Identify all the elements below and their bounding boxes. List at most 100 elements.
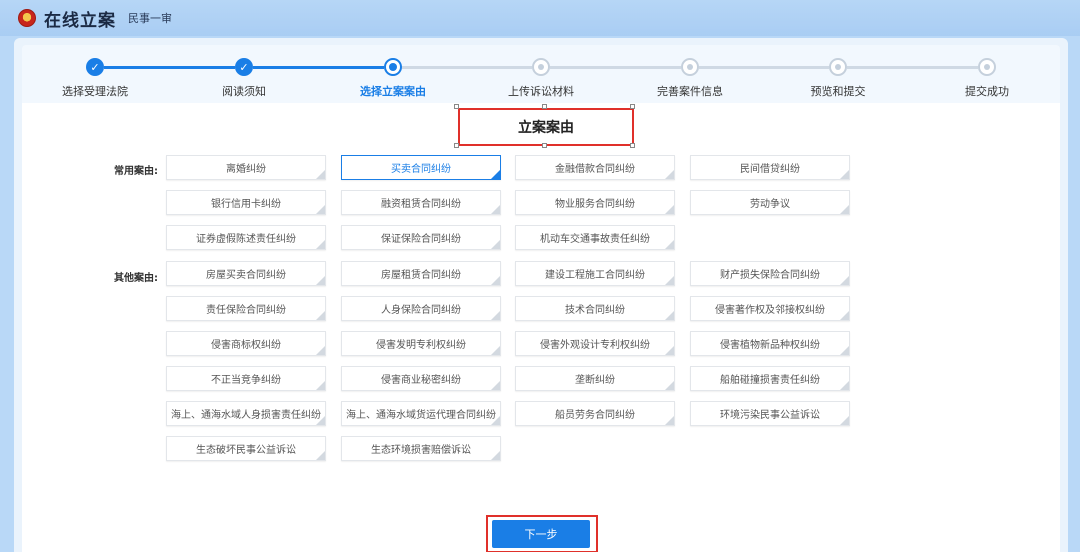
case-cause-option[interactable]: 侵害商标权纠纷 xyxy=(166,331,326,356)
case-cause-label: 生态破坏民事公益诉讼 xyxy=(196,445,296,456)
corner-marker-icon xyxy=(840,205,849,214)
case-cause-option[interactable]: 船舶碰撞损害责任纠纷 xyxy=(690,366,850,391)
step-dot-icon xyxy=(681,58,699,76)
step-label: 完善案件信息 xyxy=(657,85,723,98)
case-cause-option[interactable]: 金融借款合同纠纷 xyxy=(515,155,675,180)
case-cause-label: 海上、通海水域人身损害责任纠纷 xyxy=(171,410,321,421)
case-cause-option[interactable]: 技术合同纠纷 xyxy=(515,296,675,321)
case-cause-label: 房屋租赁合同纠纷 xyxy=(381,270,461,281)
case-cause-option[interactable]: 证券虚假陈述责任纠纷 xyxy=(166,225,326,250)
case-cause-option[interactable]: 生态破坏民事公益诉讼 xyxy=(166,436,326,461)
case-cause-option[interactable]: 物业服务合同纠纷 xyxy=(515,190,675,215)
case-cause-option[interactable]: 侵害外观设计专利权纠纷 xyxy=(515,331,675,356)
court-emblem-icon xyxy=(18,9,36,27)
corner-marker-icon xyxy=(491,381,500,390)
corner-marker-icon xyxy=(665,311,674,320)
corner-marker-icon xyxy=(840,276,849,285)
case-cause-label: 银行信用卡纠纷 xyxy=(211,199,281,210)
selection-handle xyxy=(542,143,547,148)
step-dot-icon xyxy=(829,58,847,76)
case-cause-option[interactable]: 买卖合同纠纷 xyxy=(341,155,501,180)
check-icon: ✓ xyxy=(86,58,104,76)
case-cause-label: 财产损失保险合同纠纷 xyxy=(720,270,820,281)
case-cause-option[interactable]: 侵害商业秘密纠纷 xyxy=(341,366,501,391)
case-cause-option[interactable]: 责任保险合同纠纷 xyxy=(166,296,326,321)
selection-handle xyxy=(630,104,635,109)
corner-marker-icon xyxy=(840,381,849,390)
case-cause-label: 民间借贷纠纷 xyxy=(740,164,800,175)
step-label: 选择立案案由 xyxy=(360,85,426,98)
case-cause-option[interactable]: 海上、通海水域货运代理合同纠纷 xyxy=(341,401,501,426)
progress-step: 选择立案案由 xyxy=(323,45,463,99)
case-cause-label: 保证保险合同纠纷 xyxy=(381,234,461,245)
corner-marker-icon xyxy=(316,170,325,179)
step-label: 阅读须知 xyxy=(222,85,266,98)
case-cause-label: 融资租赁合同纠纷 xyxy=(381,199,461,210)
case-cause-label: 环境污染民事公益诉讼 xyxy=(720,410,820,421)
case-cause-option[interactable]: 侵害发明专利权纠纷 xyxy=(341,331,501,356)
progress-step: 上传诉讼材料 xyxy=(471,45,611,99)
case-cause-option[interactable]: 建设工程施工合同纠纷 xyxy=(515,261,675,286)
case-cause-option[interactable]: 房屋租赁合同纠纷 xyxy=(341,261,501,286)
selection-handle xyxy=(454,104,459,109)
step-label: 提交成功 xyxy=(965,85,1009,98)
corner-marker-icon xyxy=(316,205,325,214)
case-cause-label: 金融借款合同纠纷 xyxy=(555,164,635,175)
case-cause-label: 船员劳务合同纠纷 xyxy=(555,410,635,421)
app-title: 在线立案 xyxy=(44,10,116,31)
common-causes-label: 常用案由: xyxy=(114,166,158,177)
case-cause-label: 侵害商标权纠纷 xyxy=(211,340,281,351)
case-cause-option[interactable]: 民间借贷纠纷 xyxy=(690,155,850,180)
next-step-button[interactable]: 下一步 xyxy=(492,520,590,548)
case-cause-label: 不正当竞争纠纷 xyxy=(211,375,281,386)
case-cause-option[interactable]: 人身保险合同纠纷 xyxy=(341,296,501,321)
case-cause-option[interactable]: 垄断纠纷 xyxy=(515,366,675,391)
corner-marker-icon xyxy=(491,170,500,179)
case-cause-option[interactable]: 财产损失保险合同纠纷 xyxy=(690,261,850,286)
corner-marker-icon xyxy=(840,170,849,179)
case-cause-option[interactable]: 房屋买卖合同纠纷 xyxy=(166,261,326,286)
step-dot-icon xyxy=(384,58,402,76)
case-cause-option[interactable]: 侵害著作权及邻接权纠纷 xyxy=(690,296,850,321)
corner-marker-icon xyxy=(665,205,674,214)
case-cause-label: 垄断纠纷 xyxy=(575,375,615,386)
corner-marker-icon xyxy=(665,346,674,355)
selection-handle xyxy=(630,143,635,148)
case-cause-option[interactable]: 保证保险合同纠纷 xyxy=(341,225,501,250)
case-cause-label: 责任保险合同纠纷 xyxy=(206,305,286,316)
case-cause-label: 建设工程施工合同纠纷 xyxy=(545,270,645,281)
case-cause-label: 生态环境损害赔偿诉讼 xyxy=(371,445,471,456)
corner-marker-icon xyxy=(491,276,500,285)
case-cause-option[interactable]: 不正当竞争纠纷 xyxy=(166,366,326,391)
case-cause-option[interactable]: 机动车交通事故责任纠纷 xyxy=(515,225,675,250)
corner-marker-icon xyxy=(316,240,325,249)
case-cause-option[interactable]: 银行信用卡纠纷 xyxy=(166,190,326,215)
case-cause-option[interactable]: 离婚纠纷 xyxy=(166,155,326,180)
case-cause-option[interactable]: 侵害植物新品种权纠纷 xyxy=(690,331,850,356)
corner-marker-icon xyxy=(316,381,325,390)
case-cause-label: 侵害发明专利权纠纷 xyxy=(376,340,466,351)
case-cause-label: 物业服务合同纠纷 xyxy=(555,199,635,210)
other-causes-label: 其他案由: xyxy=(114,273,158,284)
step-dot-icon xyxy=(978,58,996,76)
case-cause-label: 人身保险合同纠纷 xyxy=(381,305,461,316)
case-cause-label: 证券虚假陈述责任纠纷 xyxy=(196,234,296,245)
check-icon: ✓ xyxy=(235,58,253,76)
case-cause-option[interactable]: 海上、通海水域人身损害责任纠纷 xyxy=(166,401,326,426)
corner-marker-icon xyxy=(665,416,674,425)
case-cause-option[interactable]: 融资租赁合同纠纷 xyxy=(341,190,501,215)
case-cause-label: 侵害商业秘密纠纷 xyxy=(381,375,461,386)
case-cause-option[interactable]: 劳动争议 xyxy=(690,190,850,215)
progress-step: 预览和提交 xyxy=(768,45,908,99)
case-cause-option[interactable]: 生态环境损害赔偿诉讼 xyxy=(341,436,501,461)
progress-steps: ✓ 选择受理法院 ✓ 阅读须知 选择立案案由 上传诉讼材料 完善案件信息 预览和提交 提交成功 xyxy=(22,45,1060,103)
corner-marker-icon xyxy=(840,346,849,355)
corner-marker-icon xyxy=(665,381,674,390)
case-cause-option[interactable]: 船员劳务合同纠纷 xyxy=(515,401,675,426)
corner-marker-icon xyxy=(316,311,325,320)
case-cause-option[interactable]: 环境污染民事公益诉讼 xyxy=(690,401,850,426)
corner-marker-icon xyxy=(665,276,674,285)
step-label: 预览和提交 xyxy=(810,85,866,98)
step-label: 选择受理法院 xyxy=(62,85,128,98)
corner-marker-icon xyxy=(840,416,849,425)
